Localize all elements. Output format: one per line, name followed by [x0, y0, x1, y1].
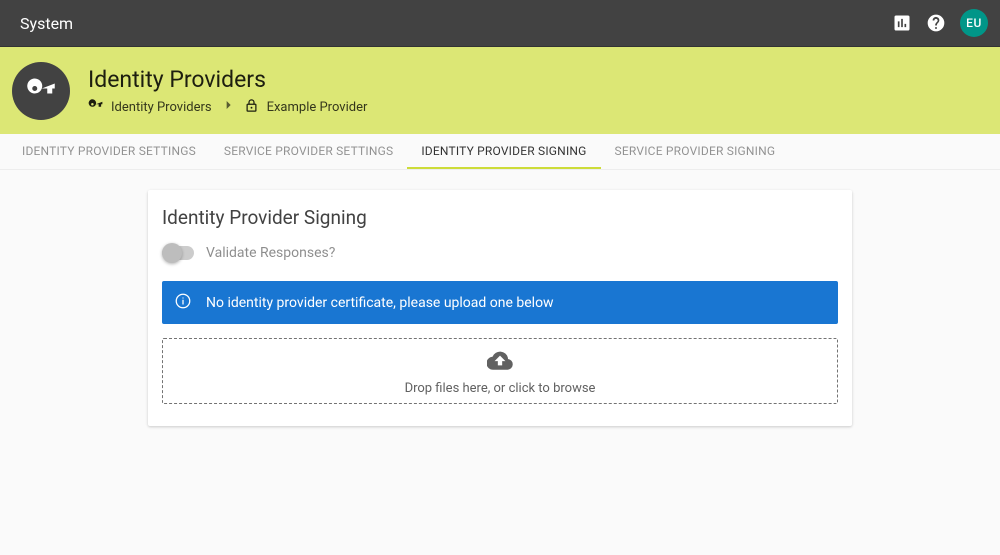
- breadcrumb: Identity Providers Example Provider: [88, 97, 367, 117]
- tab-identity-provider-signing[interactable]: Identity Provider Signing: [407, 134, 600, 169]
- signing-card: Identity Provider Signing Validate Respo…: [148, 190, 852, 426]
- dropzone-label: Drop files here, or click to browse: [405, 381, 596, 396]
- page-title: Identity Providers: [88, 68, 367, 91]
- key-icon: [12, 62, 70, 120]
- user-avatar[interactable]: EU: [960, 9, 988, 37]
- chevron-right-icon: [220, 97, 236, 117]
- content-area: Identity Provider Signing Validate Respo…: [0, 170, 1000, 426]
- info-icon: [174, 292, 192, 314]
- breadcrumb-root[interactable]: Identity Providers: [111, 100, 212, 115]
- validate-responses-row: Validate Responses?: [162, 245, 838, 261]
- page-header: Identity Providers Identity Providers Ex…: [0, 47, 1000, 134]
- app-title: System: [20, 14, 892, 33]
- help-icon[interactable]: [926, 13, 946, 33]
- validate-responses-toggle[interactable]: [162, 246, 194, 260]
- key-small-icon: [88, 98, 103, 117]
- info-banner-text: No identity provider certificate, please…: [206, 295, 554, 311]
- file-dropzone[interactable]: Drop files here, or click to browse: [162, 338, 838, 404]
- info-banner: No identity provider certificate, please…: [162, 281, 838, 324]
- top-app-bar: System EU: [0, 0, 1000, 47]
- validate-responses-label: Validate Responses?: [206, 245, 335, 261]
- tab-service-provider-signing[interactable]: Service Provider Signing: [601, 134, 790, 169]
- card-title: Identity Provider Signing: [162, 206, 838, 229]
- breadcrumb-current: Example Provider: [267, 100, 368, 115]
- cloud-upload-icon: [487, 347, 513, 377]
- tab-service-provider-settings[interactable]: Service Provider Settings: [210, 134, 407, 169]
- lock-icon: [244, 98, 259, 117]
- tab-identity-provider-settings[interactable]: Identity Provider Settings: [8, 134, 210, 169]
- chart-icon[interactable]: [892, 13, 912, 33]
- tabs-bar: Identity Provider Settings Service Provi…: [0, 134, 1000, 170]
- topbar-actions: EU: [892, 9, 988, 37]
